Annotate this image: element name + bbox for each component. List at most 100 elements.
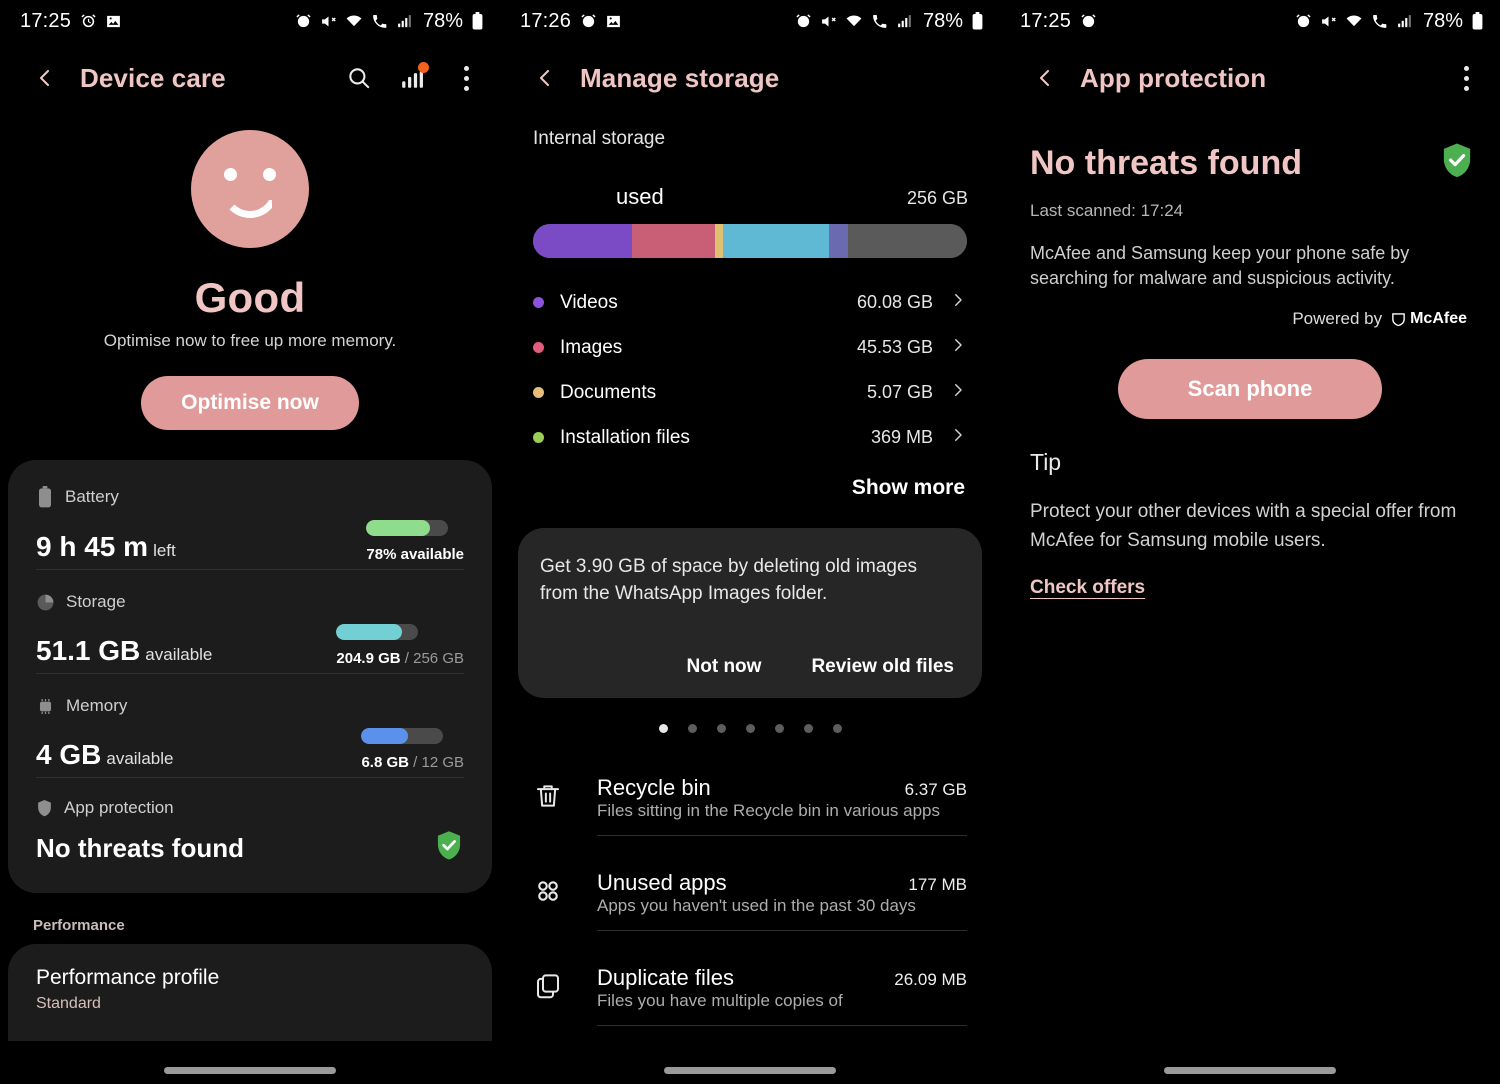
tip-label: Tip <box>1030 449 1062 476</box>
storage-category-row[interactable]: Videos 60.08 GB <box>533 280 967 325</box>
pager-dot[interactable] <box>803 723 813 733</box>
review-old-files-button[interactable]: Review old files <box>811 656 954 678</box>
metric-value: 51.1 GB available <box>36 635 213 666</box>
pager-dot[interactable] <box>687 723 697 733</box>
suggestion-actions: Not now Review old files <box>540 656 960 678</box>
category-size: 369 MB <box>870 427 933 447</box>
pager-dot[interactable] <box>658 723 668 733</box>
cleanup-item-description: Files you have multiple copies of <box>597 990 843 1010</box>
statistics-button[interactable] <box>400 62 429 91</box>
cleanup-item-size: 6.37 GB <box>904 779 967 799</box>
app-bar: Device care <box>0 42 500 114</box>
status-bar-battery-percent: 78% <box>422 9 463 32</box>
performance-profile-title: Performance profile <box>36 966 220 989</box>
optimise-now-button[interactable]: Optimise now <box>141 376 359 430</box>
gesture-nav-bar[interactable] <box>164 1067 336 1074</box>
cleanup-item-description: Files sitting in the Recycle bin in vari… <box>597 800 940 820</box>
gesture-nav-bar[interactable] <box>664 1067 836 1074</box>
metric-detail: 204.9 GB / 256 GB <box>336 650 464 667</box>
pager-dot[interactable] <box>716 723 726 733</box>
gesture-nav-bar[interactable] <box>1164 1067 1336 1074</box>
overflow-menu-button[interactable] <box>454 64 478 92</box>
smiley-face-icon <box>191 130 309 248</box>
pager-dot[interactable] <box>832 723 842 733</box>
category-size: 60.08 GB <box>856 292 933 312</box>
battery-icon <box>39 486 51 508</box>
storage-cleanup-list: Recycle bin 6.37 GB Files sitting in the R… <box>533 757 967 1042</box>
category-size: 5.07 GB <box>866 382 933 402</box>
status-bar-notification-icons <box>80 13 122 30</box>
metric-app-protection[interactable]: App protection No threats found <box>36 777 464 871</box>
shield-check-icon <box>1439 142 1475 185</box>
scan-phone-button[interactable]: Scan phone <box>1117 359 1383 420</box>
signal-icon <box>898 14 911 27</box>
wifi-call-icon <box>1373 14 1387 28</box>
internal-storage-label: Internal storage <box>533 128 666 149</box>
overflow-menu-icon <box>463 65 469 71</box>
pager-dot[interactable] <box>745 723 755 733</box>
app-bar: Manage storage <box>500 42 1000 114</box>
cleanup-list-item[interactable]: Recycle bin 6.37 GB Files sitting in the R… <box>533 757 967 852</box>
suggestion-pager-dots[interactable] <box>500 723 1000 733</box>
back-button[interactable] <box>28 61 62 95</box>
metric-battery[interactable]: Battery 9 h 45 m left 78% available <box>36 464 464 569</box>
memory-progress-bar <box>361 728 444 744</box>
storage-segment-other <box>828 224 849 258</box>
show-more-button[interactable]: Show more <box>852 476 965 499</box>
storage-suggestion-card: Get 3.90 GB of space by deleting old ima… <box>518 528 982 698</box>
storage-category-row[interactable]: Documents 5.07 GB <box>533 370 967 415</box>
trash-icon <box>533 775 575 816</box>
progress-fill <box>336 624 402 640</box>
performance-profile-item[interactable]: Performance profile Standard <box>8 944 492 1041</box>
not-now-button[interactable]: Not now <box>687 656 762 678</box>
pager-dot[interactable] <box>774 723 784 733</box>
device-status-text: Good <box>194 274 306 321</box>
status-bar: 17:25 78% <box>1000 0 1500 42</box>
screen-app-protection: 17:25 78% App protection No threats foun… <box>1000 0 1500 1084</box>
metric-storage[interactable]: Storage 51.1 GB available 204.9 GB / 256 … <box>36 569 464 673</box>
device-status-hero: Good Optimise now to free up more memory… <box>0 114 500 430</box>
status-bar-battery-percent: 78% <box>1422 9 1463 32</box>
metric-label: Storage <box>66 592 126 611</box>
progress-fill <box>366 520 431 536</box>
mcafee-shield-icon <box>1392 313 1405 327</box>
cleanup-list-item[interactable]: Duplicate files 26.09 MB Files you have mu… <box>533 947 967 1042</box>
search-button[interactable] <box>346 65 372 91</box>
category-name: Documents <box>560 381 657 403</box>
cleanup-item-title: Duplicate files <box>597 964 734 990</box>
wifi-icon <box>1346 14 1362 26</box>
metric-value: 4 GB available <box>36 739 174 770</box>
apps-grid-icon <box>533 870 575 911</box>
back-button[interactable] <box>528 61 562 95</box>
memory-chip-icon <box>39 698 52 714</box>
category-color-dot <box>533 297 544 308</box>
overflow-menu-icon <box>1463 65 1469 71</box>
chevron-right-icon <box>949 291 967 314</box>
alarm-icon <box>581 13 596 27</box>
status-bar-clock: 17:25 <box>20 9 72 32</box>
suggestion-text: Get 3.90 GB of space by deleting old ima… <box>540 556 918 604</box>
category-name: Installation files <box>560 426 690 448</box>
mute-icon <box>1322 16 1336 26</box>
used-label: used <box>616 184 664 209</box>
storage-category-row[interactable]: Images 45.53 GB <box>533 325 967 370</box>
overflow-menu-button[interactable] <box>1454 64 1478 92</box>
metric-label: Memory <box>66 696 128 715</box>
storage-segment-videos <box>533 224 632 258</box>
metric-memory[interactable]: Memory 4 GB available 6.8 GB / 12 GB <box>36 673 464 777</box>
shield-icon <box>38 799 51 816</box>
screen-manage-storage: 17:26 78% Manage storage Internal storag… <box>500 0 1000 1084</box>
signal-icon <box>1398 14 1411 27</box>
chevron-right-icon <box>949 426 967 449</box>
back-icon <box>1039 69 1050 87</box>
search-icon <box>349 68 370 89</box>
cleanup-list-item[interactable]: Unused apps 177 MB Apps you haven't used i… <box>533 852 967 947</box>
storage-category-row[interactable]: Installation files 369 MB <box>533 415 967 460</box>
mute-icon <box>322 16 336 26</box>
check-offers-link[interactable]: Check offers <box>1030 577 1145 599</box>
back-button[interactable] <box>1028 61 1062 95</box>
storage-segment-documents <box>715 224 724 258</box>
total-capacity-label: 256 GB <box>906 188 968 208</box>
page-title: Manage storage <box>580 62 780 93</box>
protection-description: McAfee and Samsung keep your phone safe … <box>1030 243 1410 289</box>
